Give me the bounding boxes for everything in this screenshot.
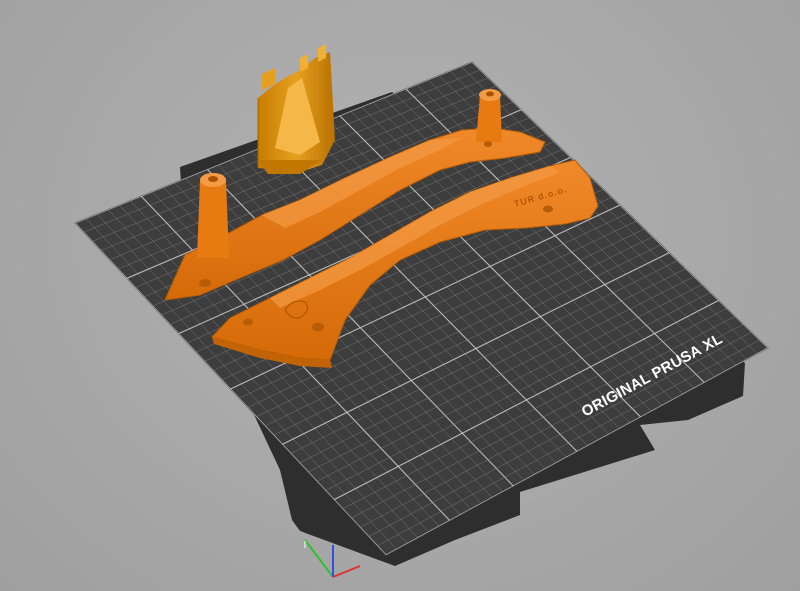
y-axis-icon — [304, 539, 334, 578]
x-axis-icon — [332, 565, 361, 578]
3d-viewport[interactable]: ORIGINAL PRUSA XL TUR d.o.o. — [0, 0, 800, 591]
spool-holder-bracket[interactable] — [257, 44, 335, 174]
scene-canvas[interactable]: ORIGINAL PRUSA XL TUR d.o.o. — [0, 0, 800, 591]
